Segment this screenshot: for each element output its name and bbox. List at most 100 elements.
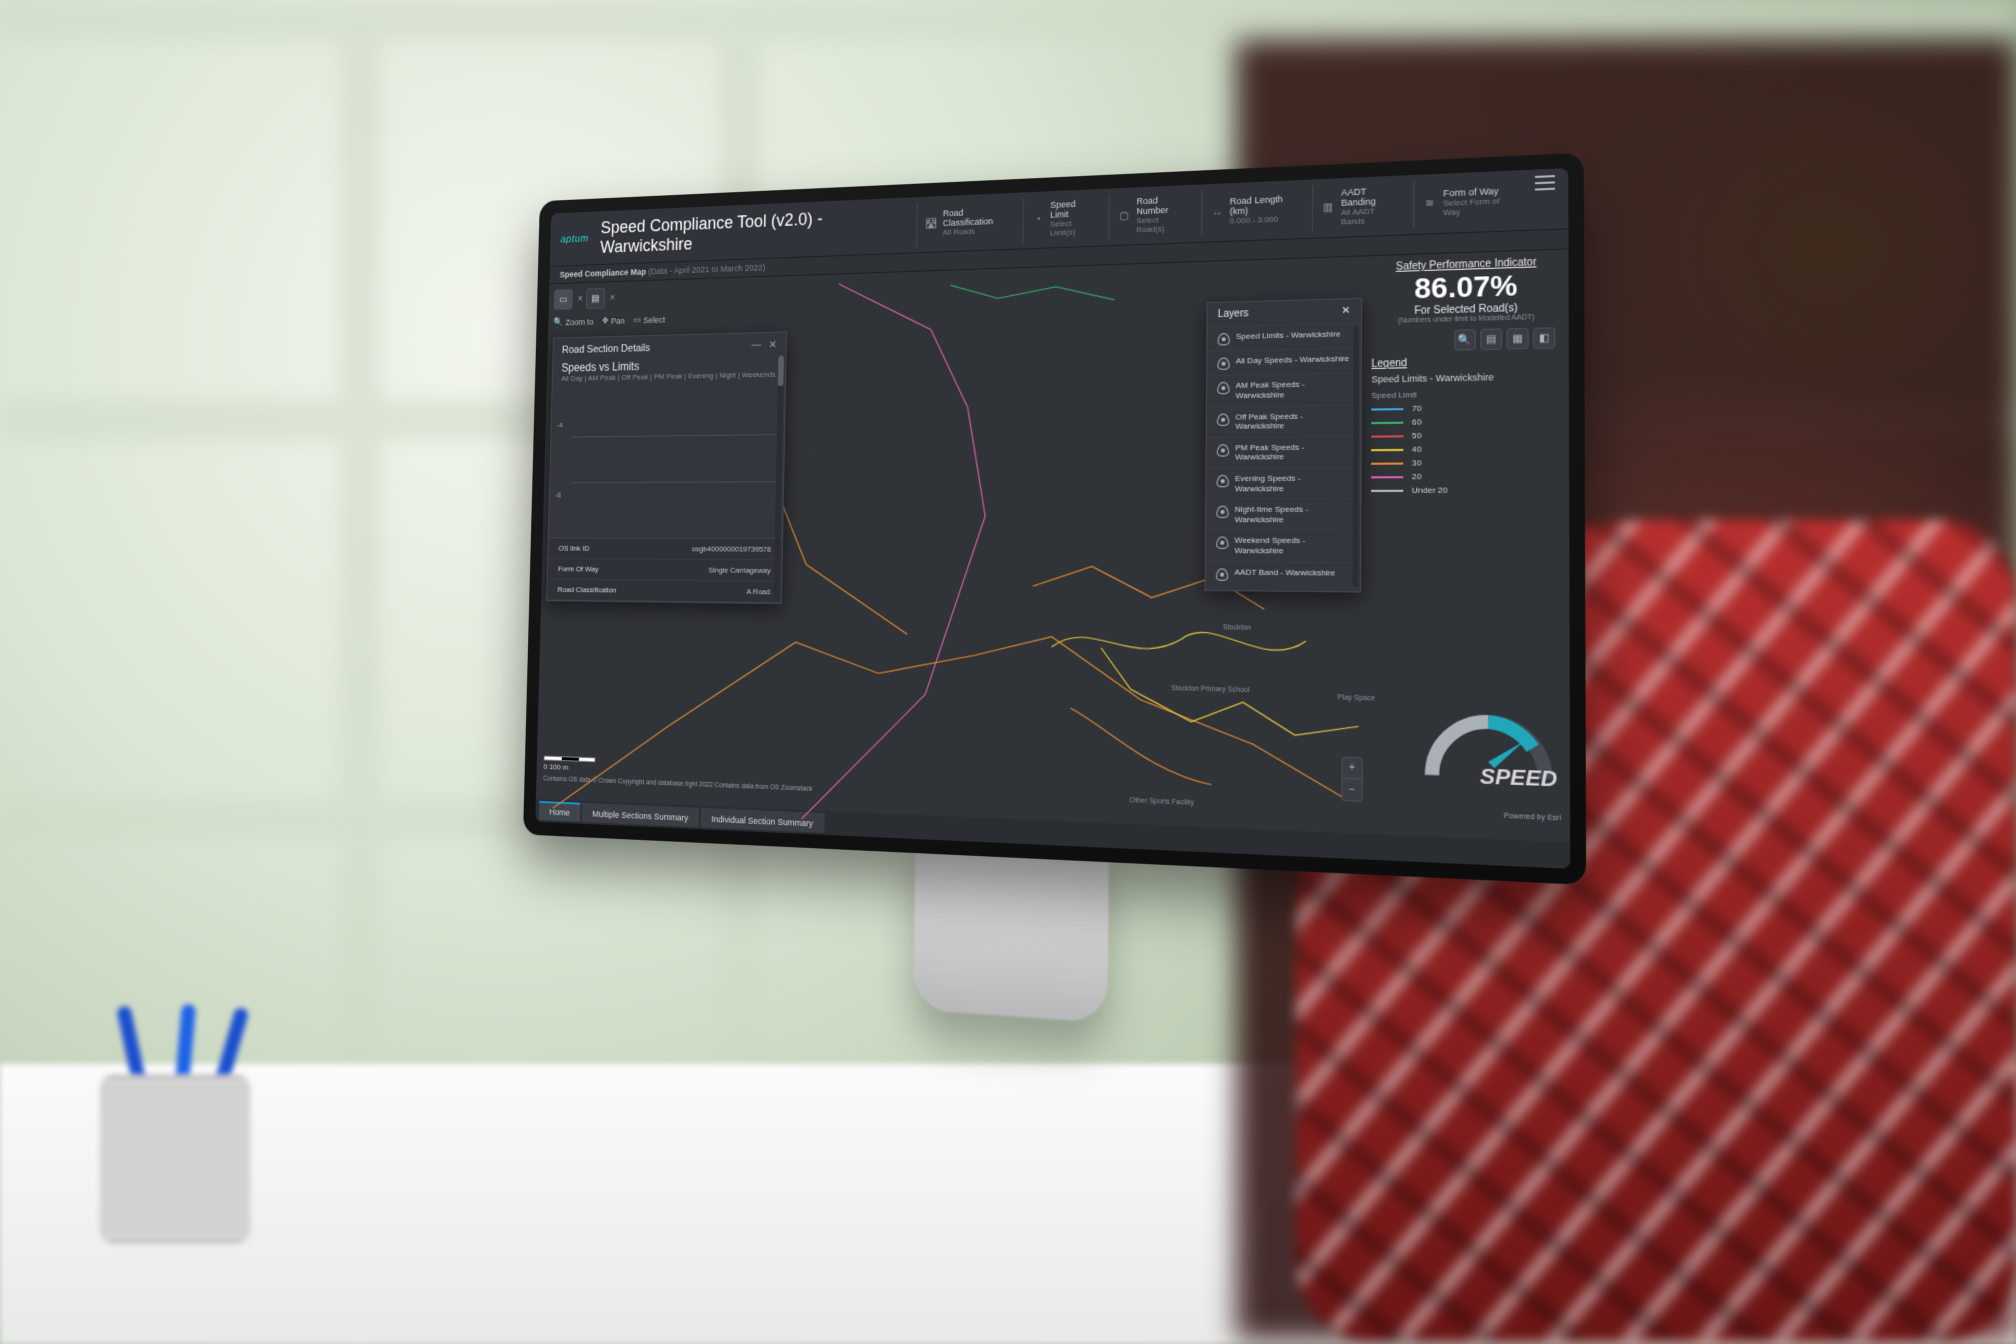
lane-icon: ≋	[1423, 196, 1437, 211]
layer-item[interactable]: Speed Limits - Warwickshire	[1207, 323, 1361, 351]
view-tab-map[interactable]: ▭	[554, 289, 573, 310]
zoom-out-button[interactable]: −	[1342, 779, 1361, 801]
layer-label: AM Peak Speeds - Warwickshire	[1236, 379, 1351, 401]
view-tabs: ▭× ▤×	[554, 288, 616, 310]
eye-icon[interactable]	[1217, 413, 1229, 425]
legend-swatch	[1371, 422, 1403, 424]
photo-scene: aptum Speed Compliance Tool (v2.0) - War…	[0, 0, 2016, 1344]
right-column: Safety Performance Indicator 86.07% For …	[1371, 256, 1562, 497]
spi-widget: Safety Performance Indicator 86.07% For …	[1372, 256, 1562, 325]
panel-collapse-icon[interactable]: —	[751, 339, 761, 352]
filter-aadt-banding[interactable]: ▥AADT BandingAll AADT Bands	[1312, 182, 1407, 232]
table-row: OS link IDosgb4000000019739578	[548, 539, 782, 561]
legend-label: 70	[1412, 404, 1422, 414]
map-basemap-button[interactable]: ▦	[1507, 328, 1529, 350]
layer-item[interactable]: All Day Speeds - Warwickshire	[1207, 348, 1361, 376]
layers-close-icon[interactable]: ✕	[1342, 306, 1351, 318]
pen-cup	[100, 1004, 270, 1244]
select-button[interactable]: ▭ Select	[633, 314, 665, 325]
layer-label: PM Peak Speeds - Warwickshire	[1235, 442, 1350, 463]
map-layers-button[interactable]: ▤	[1480, 329, 1502, 351]
legend-swatch	[1371, 490, 1403, 492]
brand-logo: aptum	[560, 233, 588, 245]
legend-label: Under 20	[1412, 486, 1448, 496]
table-row: Form Of WaySingle Carriageway	[548, 559, 782, 582]
map-search-button[interactable]: 🔍	[1454, 330, 1476, 351]
legend-swatch	[1371, 408, 1403, 411]
work-area: Stockton Stockton Primary School Other S…	[536, 250, 1570, 843]
layer-label: Weekend Speeds - Warwickshire	[1235, 536, 1350, 556]
zoom-to-button[interactable]: 🔍 Zoom to	[553, 316, 593, 327]
layers-panel: Layers ✕ Speed Limits - Warwickshire All D…	[1205, 298, 1363, 592]
app-title: Speed Compliance Tool (v2.0) - Warwicksh…	[600, 205, 904, 257]
ruler-icon: ↔	[1211, 205, 1224, 220]
legend-title: Legend	[1371, 355, 1562, 370]
svg-text:Stockton: Stockton	[1223, 624, 1251, 632]
layers-title: Layers	[1218, 309, 1249, 321]
svg-text:Stockton Primary School: Stockton Primary School	[1171, 685, 1250, 694]
map-tool-buttons: 🔍 ▤ ▦ ◧	[1454, 328, 1555, 351]
layer-label: Night-time Speeds - Warwickshire	[1235, 505, 1350, 525]
spi-value: 86.07%	[1372, 268, 1562, 307]
eye-icon[interactable]	[1217, 382, 1229, 394]
svg-text:Other Sports Facility: Other Sports Facility	[1130, 797, 1195, 807]
eye-icon[interactable]	[1217, 444, 1229, 456]
monitor: aptum Speed Compliance Tool (v2.0) - War…	[480, 175, 1560, 855]
layer-item[interactable]: Off Peak Speeds - Warwickshire	[1207, 404, 1361, 437]
layer-label: Evening Speeds - Warwickshire	[1235, 473, 1350, 493]
table-row: Road ClassificationA Road	[547, 580, 781, 604]
layer-item[interactable]: AADT Band - Warwickshire	[1206, 561, 1361, 587]
layer-label: Off Peak Speeds - Warwickshire	[1235, 410, 1350, 431]
filter-road-number[interactable]: ▢Road NumberSelect Road(s)	[1109, 191, 1196, 240]
legend-swatch	[1371, 462, 1403, 464]
zoom-in-button[interactable]: +	[1342, 758, 1361, 780]
view-tab-1-close[interactable]: ×	[577, 289, 582, 310]
subheader-detail: (Data - April 2021 to March 2022)	[648, 263, 765, 277]
eye-icon[interactable]	[1216, 568, 1228, 580]
legend-label: 50	[1412, 431, 1422, 441]
pan-button[interactable]: ✥ Pan	[602, 316, 625, 327]
map-legend-button[interactable]: ◧	[1533, 328, 1555, 350]
layer-label: All Day Speeds - Warwickshire	[1236, 354, 1350, 366]
view-tab-table[interactable]: ▤	[586, 288, 605, 309]
panel-close-icon[interactable]: ✕	[768, 339, 777, 352]
filter-road-length[interactable]: ↔Road Length (km)0.000 - 3.000	[1201, 186, 1305, 236]
layer-item[interactable]: AM Peak Speeds - Warwickshire	[1207, 373, 1361, 407]
legend-subhead: Speed Limit	[1371, 388, 1562, 400]
layer-item[interactable]: Evening Speeds - Warwickshire	[1206, 467, 1360, 499]
sign-icon: ▢	[1118, 209, 1131, 223]
speed-logo: SPEED	[1417, 687, 1561, 799]
menu-button[interactable]	[1535, 175, 1555, 191]
legend-label: 60	[1412, 418, 1422, 428]
legend-swatch	[1371, 476, 1403, 478]
bars-icon: ▥	[1321, 201, 1334, 216]
layer-item[interactable]: PM Peak Speeds - Warwickshire	[1206, 435, 1360, 467]
legend-label: 20	[1412, 472, 1422, 482]
filter-road-classification[interactable]: 🛣Road ClassificationAll Roads	[916, 199, 1017, 247]
legend-swatch	[1371, 449, 1403, 451]
legend-section: Speed Limits - Warwickshire	[1371, 371, 1562, 385]
filter-speed-limit[interactable]: ◔Speed LimitSelect Limit(s)	[1023, 195, 1103, 243]
legend-swatch	[1371, 435, 1403, 437]
gauge-icon: ◔	[1032, 213, 1045, 227]
layers-scrollbar[interactable]	[1353, 326, 1359, 587]
legend-row: 30	[1371, 455, 1562, 470]
app-window: aptum Speed Compliance Tool (v2.0) - War…	[535, 168, 1570, 869]
filter-form-of-way[interactable]: ≋Form of WaySelect Form of Way	[1413, 176, 1521, 228]
legend-row: Under 20	[1371, 483, 1562, 497]
svg-text:Play Space: Play Space	[1337, 695, 1375, 703]
subheader-title: Speed Compliance Map	[560, 267, 647, 279]
legend-row: 40	[1371, 441, 1562, 456]
map-zoom-control: + −	[1341, 757, 1363, 802]
layer-item[interactable]: Night-time Speeds - Warwickshire	[1206, 498, 1360, 530]
eye-icon[interactable]	[1216, 506, 1228, 518]
eye-icon[interactable]	[1218, 333, 1230, 345]
view-tab-2-close[interactable]: ×	[610, 288, 616, 309]
eye-icon[interactable]	[1216, 537, 1228, 549]
eye-icon[interactable]	[1217, 358, 1229, 370]
road-section-details-panel: Road Section Details —✕ Speeds vs Limits…	[546, 332, 787, 605]
speeds-vs-limits-chart: -4-8	[569, 387, 778, 531]
eye-icon[interactable]	[1217, 475, 1229, 487]
panel-title: Road Section Details	[562, 342, 650, 355]
layer-item[interactable]: Weekend Speeds - Warwickshire	[1206, 530, 1361, 562]
